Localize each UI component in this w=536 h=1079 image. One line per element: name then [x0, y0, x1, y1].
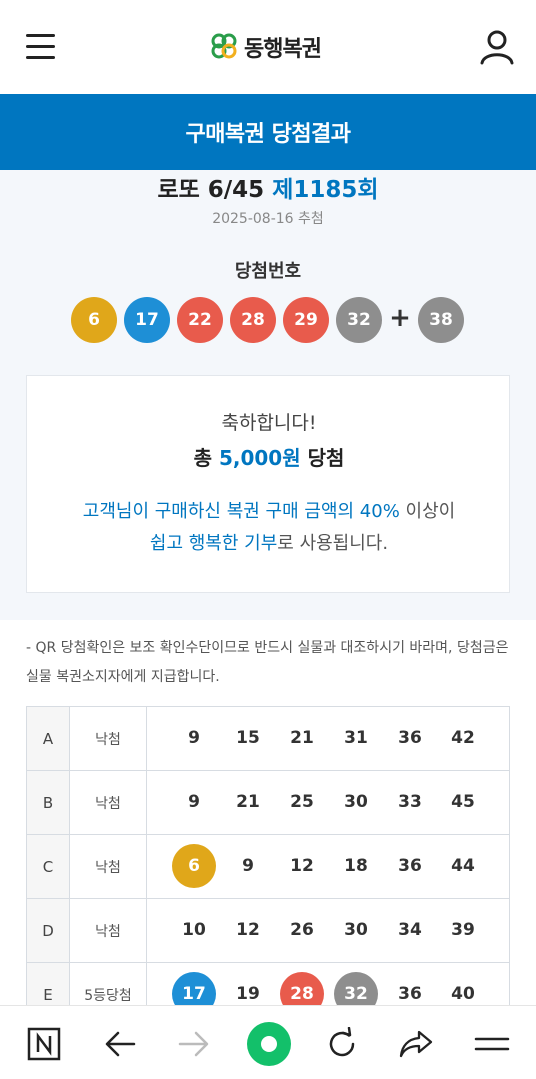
ticket-number: 42 [451, 728, 475, 748]
ticket-number: 9 [188, 792, 200, 812]
app-header: 동행복권 [0, 0, 536, 94]
naver-home-icon[interactable] [24, 1024, 64, 1064]
winning-ball: 6 [71, 297, 117, 343]
ticket-number: 12 [236, 920, 260, 940]
ticket-id: C [27, 835, 70, 898]
ticket-numbers: 9 21 25 30 33 45 [147, 771, 510, 834]
draw-title: 로또 6/45 제1185회 [0, 170, 536, 204]
ticket-number: 21 [236, 792, 260, 812]
ticket-number: 31 [344, 728, 368, 748]
ticket-number: 33 [398, 792, 422, 812]
donation-highlight-1: 고객님이 구매하신 복권 구매 금액의 40% [82, 501, 400, 522]
donation-highlight-2: 쉽고 행복한 기부 [149, 533, 278, 554]
ticket-id: A [27, 707, 70, 770]
ticket-result: 낙첨 [70, 899, 147, 962]
clover-logo-icon [211, 33, 237, 59]
ticket-number: 44 [451, 856, 475, 876]
prize-card: 축하합니다! 총 5,000원 당첨 고객님이 구매하신 복권 구매 금액의 4… [26, 375, 510, 593]
prize-suffix: 당첨 [307, 446, 345, 470]
winning-ball: 29 [283, 297, 329, 343]
ticket-number: 26 [290, 920, 314, 940]
qr-notice: - QR 당첨확인은 보조 확인수단이므로 반드시 실물과 대조하시기 바라며,… [26, 640, 509, 685]
ticket-number: 12 [290, 856, 314, 876]
congrats-text: 축하합니다! [221, 412, 317, 434]
draw-date: 2025-08-16 추첨 [212, 211, 324, 227]
donation-text-1: 이상이 [399, 501, 456, 522]
ticket-row: B 낙첨 9 21 25 30 33 45 [27, 771, 510, 835]
ticket-number: 36 [398, 728, 422, 748]
ticket-number: 25 [290, 792, 314, 812]
ticket-number: 36 [398, 856, 422, 876]
winning-ball: 28 [230, 297, 276, 343]
donation-text-2: 로 사용됩니다. [277, 533, 389, 554]
user-icon[interactable] [478, 28, 516, 66]
ticket-number: 30 [344, 792, 368, 812]
game-name: 로또 6/45 [157, 177, 265, 203]
ticket-number: 9 [242, 856, 254, 876]
winning-ball: 22 [177, 297, 223, 343]
ticket-number: 18 [344, 856, 368, 876]
logo[interactable]: 동행복권 [210, 30, 322, 64]
prize-amount-line: 총 5,000원 당첨 [27, 442, 511, 471]
forward-arrow-icon[interactable] [174, 1024, 214, 1064]
ticket-result: 낙첨 [70, 835, 147, 898]
menu-icon[interactable] [472, 1024, 512, 1064]
winning-numbers-label: 당첨번호 [234, 261, 302, 282]
page-title: 구매복권 당첨결과 [0, 94, 536, 170]
winning-ball: 32 [336, 297, 382, 343]
ticket-number: 34 [398, 920, 422, 940]
ticket-numbers: 6 9 12 18 36 44 [147, 835, 510, 898]
share-icon[interactable] [396, 1024, 436, 1064]
green-dot-icon[interactable] [246, 1021, 292, 1067]
ticket-row: C 낙첨 6 9 12 18 36 44 [27, 835, 510, 899]
ticket-row: D 낙첨 10 12 26 30 34 39 [27, 899, 510, 963]
browser-bottom-bar [0, 1005, 536, 1079]
ticket-table: A 낙첨 9 15 21 31 36 42 B 낙첨 9 21 25 30 33 45 C 낙첨 6 9 12 18 36 4… [26, 706, 510, 1027]
matched-number: 6 [172, 844, 216, 888]
ticket-number: 45 [451, 792, 475, 812]
ticket-id: D [27, 899, 70, 962]
logo-text: 동행복권 [244, 37, 322, 62]
round-number: 제1185회 [272, 177, 379, 203]
ticket-id: B [27, 771, 70, 834]
bonus-ball: 38 [418, 297, 464, 343]
ticket-number: 39 [451, 920, 475, 940]
winning-ball: 17 [124, 297, 170, 343]
ticket-number: 10 [182, 920, 206, 940]
ticket-number: 30 [344, 920, 368, 940]
ticket-numbers: 9 15 21 31 36 42 [147, 707, 510, 770]
hamburger-menu-icon[interactable] [26, 34, 56, 60]
ticket-row: A 낙첨 9 15 21 31 36 42 [27, 707, 510, 771]
plus-sign: + [389, 303, 411, 333]
ticket-number: 9 [188, 728, 200, 748]
ticket-result: 낙첨 [70, 771, 147, 834]
ticket-number: 15 [236, 728, 260, 748]
ticket-numbers: 10 12 26 30 34 39 [147, 899, 510, 962]
prize-amount: 5,000원 [218, 446, 301, 470]
ticket-number: 21 [290, 728, 314, 748]
ticket-result: 낙첨 [70, 707, 147, 770]
donation-message: 고객님이 구매하신 복권 구매 금액의 40% 이상이 쉽고 행복한 기부로 사… [27, 496, 511, 560]
back-arrow-icon[interactable] [100, 1024, 140, 1064]
prize-prefix: 총 [193, 446, 212, 470]
reload-icon[interactable] [322, 1024, 362, 1064]
